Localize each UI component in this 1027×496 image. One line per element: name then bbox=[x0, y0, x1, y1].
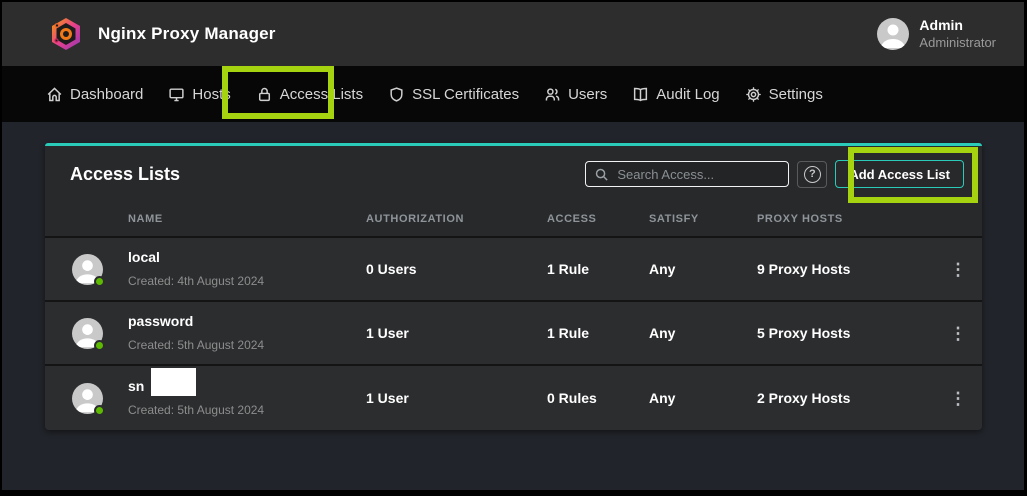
access-value: 1 Rule bbox=[547, 325, 649, 341]
panel-header: Access Lists ? Add Access List bbox=[45, 146, 982, 202]
nav-label: Audit Log bbox=[656, 86, 719, 103]
npm-logo-icon bbox=[48, 16, 84, 52]
access-list-name: local bbox=[128, 247, 160, 267]
proxy-hosts-value: 2 Proxy Hosts bbox=[757, 390, 934, 406]
table-row[interactable]: local Created: 4th August 2024 0 Users 1… bbox=[45, 238, 982, 302]
name-cell: sn Created: 5th August 2024 bbox=[128, 375, 366, 421]
add-access-list-button[interactable]: Add Access List bbox=[835, 160, 964, 188]
name-cell: local Created: 4th August 2024 bbox=[128, 246, 366, 292]
satisfy-value: Any bbox=[649, 390, 757, 406]
nav-label: Hosts bbox=[192, 86, 230, 103]
app-header: Nginx Proxy Manager Admin Administrator bbox=[2, 2, 1024, 66]
user-role: Administrator bbox=[919, 35, 996, 51]
search-box bbox=[585, 161, 789, 187]
nav-label: SSL Certificates bbox=[412, 86, 519, 103]
row-actions-menu-icon[interactable]: ⋮ bbox=[934, 390, 982, 407]
panel-tools: ? Add Access List bbox=[585, 160, 964, 188]
app-title: Nginx Proxy Manager bbox=[98, 24, 276, 44]
user-menu[interactable]: Admin Administrator bbox=[877, 17, 996, 51]
user-avatar[interactable] bbox=[877, 18, 909, 50]
help-button[interactable]: ? bbox=[797, 161, 827, 188]
avatar bbox=[72, 383, 103, 414]
row-avatar-cell bbox=[45, 383, 128, 414]
nav-label: Access Lists bbox=[280, 86, 363, 103]
col-authorization: AUTHORIZATION bbox=[366, 213, 547, 225]
nav-label: Users bbox=[568, 86, 607, 103]
users-icon bbox=[544, 86, 561, 103]
avatar bbox=[72, 254, 103, 285]
nav-label: Dashboard bbox=[70, 86, 143, 103]
screenshot-root: Nginx Proxy Manager Admin Administrator bbox=[0, 0, 1027, 496]
search-icon bbox=[594, 167, 609, 182]
nav-item-hosts[interactable]: Hosts bbox=[168, 86, 230, 103]
monitor-icon bbox=[168, 86, 185, 103]
person-icon bbox=[877, 18, 909, 50]
table-row[interactable]: sn Created: 5th August 2024 1 User 0 Rul… bbox=[45, 366, 982, 430]
authorization-value: 0 Users bbox=[366, 261, 547, 277]
nav-item-settings[interactable]: Settings bbox=[745, 86, 823, 103]
nav-item-audit-log[interactable]: Audit Log bbox=[632, 86, 719, 103]
page-body: Access Lists ? Add Access List bbox=[2, 122, 1024, 490]
access-list-name: password bbox=[128, 311, 193, 331]
col-name: NAME bbox=[128, 213, 366, 225]
online-status-dot bbox=[94, 276, 105, 287]
authorization-value: 1 User bbox=[366, 325, 547, 341]
row-actions-menu-icon[interactable]: ⋮ bbox=[934, 325, 982, 342]
nav-item-dashboard[interactable]: Dashboard bbox=[46, 86, 143, 103]
access-lists-panel: Access Lists ? Add Access List bbox=[45, 143, 982, 430]
nav-item-users[interactable]: Users bbox=[544, 86, 607, 103]
nav-item-ssl-certificates[interactable]: SSL Certificates bbox=[388, 86, 519, 103]
proxy-hosts-value: 9 Proxy Hosts bbox=[757, 261, 934, 277]
lock-icon bbox=[256, 86, 273, 103]
access-value: 1 Rule bbox=[547, 261, 649, 277]
access-value: 0 Rules bbox=[547, 390, 649, 406]
shield-icon bbox=[388, 86, 405, 103]
authorization-value: 1 User bbox=[366, 390, 547, 406]
created-date: Created: 5th August 2024 bbox=[128, 403, 264, 417]
main-nav: Dashboard Hosts Access Lists bbox=[2, 66, 1024, 122]
col-access: ACCESS bbox=[547, 213, 649, 225]
created-date: Created: 5th August 2024 bbox=[128, 338, 264, 352]
user-name: Admin bbox=[919, 17, 996, 35]
help-icon: ? bbox=[804, 166, 821, 183]
col-satisfy: SATISFY bbox=[649, 213, 757, 225]
row-avatar-cell bbox=[45, 318, 128, 349]
avatar bbox=[72, 318, 103, 349]
redaction-box bbox=[151, 368, 196, 396]
online-status-dot bbox=[94, 405, 105, 416]
search-input[interactable] bbox=[617, 167, 780, 182]
table-header: NAME AUTHORIZATION ACCESS SATISFY PROXY … bbox=[45, 202, 982, 238]
gear-icon bbox=[745, 86, 762, 103]
satisfy-value: Any bbox=[649, 325, 757, 341]
table-row[interactable]: password Created: 5th August 2024 1 User… bbox=[45, 302, 982, 366]
row-avatar-cell bbox=[45, 254, 128, 285]
user-names: Admin Administrator bbox=[919, 17, 996, 51]
home-icon bbox=[46, 86, 63, 103]
proxy-hosts-value: 5 Proxy Hosts bbox=[757, 325, 934, 341]
access-list-name: sn bbox=[128, 376, 144, 396]
created-date: Created: 4th August 2024 bbox=[128, 274, 264, 288]
nav-label: Settings bbox=[769, 86, 823, 103]
online-status-dot bbox=[94, 340, 105, 351]
row-actions-menu-icon[interactable]: ⋮ bbox=[934, 261, 982, 278]
col-proxy-hosts: PROXY HOSTS bbox=[757, 213, 934, 225]
book-icon bbox=[632, 86, 649, 103]
page-title: Access Lists bbox=[70, 164, 180, 185]
name-cell: password Created: 5th August 2024 bbox=[128, 310, 366, 356]
satisfy-value: Any bbox=[649, 261, 757, 277]
app-window: Nginx Proxy Manager Admin Administrator bbox=[2, 2, 1024, 490]
nav-item-access-lists[interactable]: Access Lists bbox=[256, 86, 363, 103]
